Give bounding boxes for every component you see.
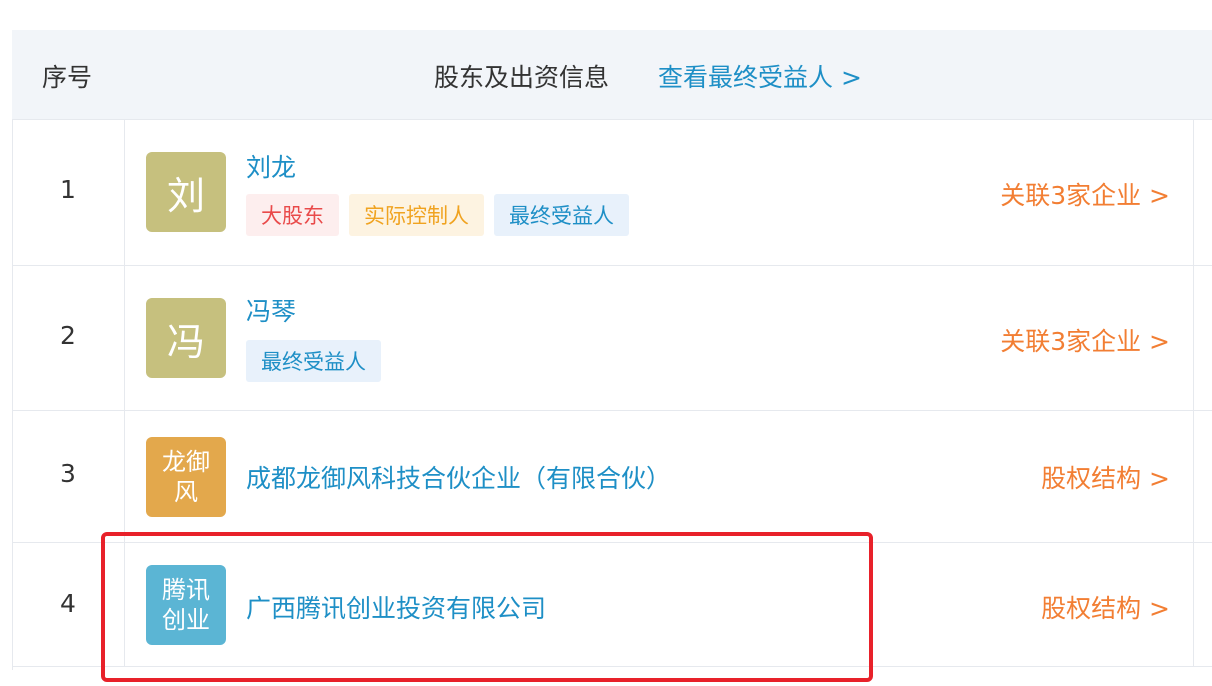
view-beneficial-owners-link[interactable]: 查看最终受益人 > [658, 58, 862, 94]
row-seq: 1 [60, 175, 76, 204]
table-row: 3 龙御风 成都龙御风科技合伙企业（有限合伙） 股权结构 > [12, 411, 1212, 543]
equity-structure-link[interactable]: 股权结构 > [1041, 589, 1170, 625]
shareholder-name-link[interactable]: 冯琴 [246, 292, 296, 328]
row-seq: 2 [60, 321, 76, 350]
avatar: 刘 [146, 152, 226, 232]
table-row: 4 腾讯创业 广西腾讯创业投资有限公司 股权结构 > [12, 543, 1212, 667]
tag-major-shareholder: 大股东 [246, 194, 339, 236]
column-header-seq: 序号 [42, 63, 93, 92]
tag-ultimate-beneficiary: 最终受益人 [246, 340, 381, 382]
avatar-text: 刘 [166, 173, 205, 218]
equity-structure-link[interactable]: 股权结构 > [1041, 459, 1170, 495]
column-divider [124, 120, 125, 666]
avatar-text: 龙御风 [162, 448, 210, 506]
row-seq: 4 [60, 589, 76, 618]
shareholder-name-link[interactable]: 刘龙 [246, 148, 296, 184]
column-header-shareholders: 股东及出资信息 [434, 63, 610, 92]
shareholder-name-link[interactable]: 广西腾讯创业投资有限公司 [246, 589, 546, 625]
column-divider [1193, 120, 1194, 666]
table-header: 序号 股东及出资信息 查看最终受益人 > [12, 30, 1212, 120]
avatar: 冯 [146, 298, 226, 378]
avatar: 腾讯创业 [146, 565, 226, 645]
tag-actual-controller: 实际控制人 [349, 194, 484, 236]
avatar: 龙御风 [146, 437, 226, 517]
tag-group: 最终受益人 [246, 340, 381, 382]
table-row: 2 冯 冯琴 最终受益人 关联3家企业 > [12, 266, 1212, 411]
row-seq: 3 [60, 459, 76, 488]
related-companies-link[interactable]: 关联3家企业 > [1000, 176, 1170, 212]
related-companies-link[interactable]: 关联3家企业 > [1000, 322, 1170, 358]
table-row: 1 刘 刘龙 大股东 实际控制人 最终受益人 关联3家企业 > [12, 120, 1212, 266]
tag-ultimate-beneficiary: 最终受益人 [494, 194, 629, 236]
shareholder-name-link[interactable]: 成都龙御风科技合伙企业（有限合伙） [246, 459, 671, 495]
avatar-text: 腾讯创业 [162, 576, 210, 634]
avatar-text: 冯 [166, 319, 205, 364]
tag-group: 大股东 实际控制人 最终受益人 [246, 194, 629, 236]
